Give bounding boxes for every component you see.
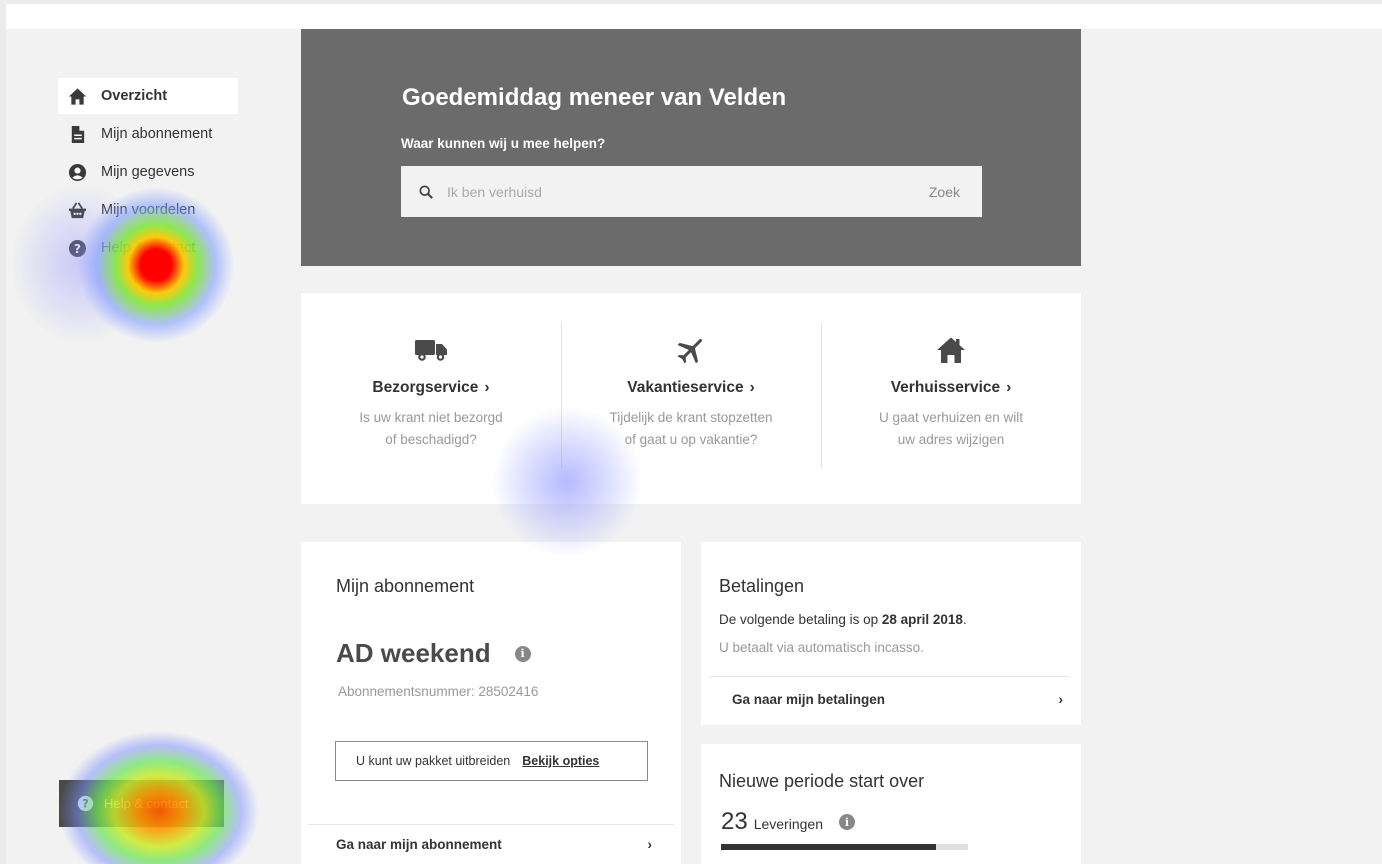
search-input[interactable] xyxy=(447,183,867,200)
next-payment-prefix: De volgende betaling is op xyxy=(719,612,882,627)
chevron-right-icon: › xyxy=(647,837,653,852)
sidebar-item-help[interactable]: ? Help & contact xyxy=(58,230,238,266)
next-payment-suffix: . xyxy=(962,612,967,627)
page-title: Goedemiddag meneer van Velden xyxy=(402,84,787,111)
service-desc-line: Is uw krant niet bezorgd xyxy=(359,410,503,425)
next-payment-text: De volgende betaling is op 28 april 2018… xyxy=(719,612,967,627)
sidebar-item-label: Help & contact xyxy=(101,240,196,256)
service-title[interactable]: Vakantieservice › xyxy=(627,379,755,397)
service-title-text: Vakantieservice xyxy=(627,379,744,396)
service-title[interactable]: Verhuisservice › xyxy=(891,379,1012,397)
sidebar-item-label: Mijn gegevens xyxy=(101,164,195,180)
service-title-text: Bezorgservice xyxy=(372,379,479,396)
question-circle-icon: ? xyxy=(66,238,88,258)
svg-text:?: ? xyxy=(73,241,80,255)
basket-icon xyxy=(66,200,88,220)
chevron-right-icon: › xyxy=(749,379,755,396)
hero-banner: Goedemiddag meneer van Velden Waar kunne… xyxy=(301,29,1081,266)
user-circle-icon xyxy=(66,162,88,182)
search-icon xyxy=(419,184,433,199)
search-button[interactable]: Zoek xyxy=(929,184,960,200)
sidebar-item-label: Overzicht xyxy=(101,88,168,104)
link-label: Ga naar mijn betalingen xyxy=(732,692,886,707)
service-vakantieservice[interactable]: Vakantieservice › Tijdelijk de krant stop… xyxy=(561,293,821,504)
subscription-number: Abonnementsnummer: 28502416 xyxy=(338,684,539,699)
airplane-icon xyxy=(675,335,707,365)
services-panel: Bezorgservice › Is uw krant niet bezorgd o… xyxy=(301,293,1081,504)
deliveries-unit: Leveringen xyxy=(753,816,823,832)
service-desc-line: Tijdelijk de krant stopzetten xyxy=(609,410,773,425)
subscription-heading: Mijn abonnement xyxy=(336,576,475,596)
sidebar-item-mijn-gegevens[interactable]: Mijn gegevens xyxy=(58,154,238,190)
upgrade-box: U kunt uw pakket uitbreiden Bekijk optie… xyxy=(335,741,648,781)
service-desc-line: uw adres wijzigen xyxy=(897,432,1005,447)
deliveries-number: 23 xyxy=(721,808,748,835)
service-desc-line: U gaat verhuizen en wilt xyxy=(878,410,1024,425)
question-circle-icon: ? xyxy=(77,795,94,812)
period-progress-fill xyxy=(721,844,936,850)
svg-text:?: ? xyxy=(82,797,88,810)
help-contact-button[interactable]: ? Help & contact xyxy=(59,780,224,827)
go-to-payments-link[interactable]: Ga naar mijn betalingen › xyxy=(709,676,1069,722)
chevron-right-icon: › xyxy=(484,379,490,396)
service-description: Tijdelijk de krant stopzetten of gaat u o… xyxy=(591,407,791,451)
subscription-name: AD weekend i xyxy=(336,638,531,669)
document-icon xyxy=(66,124,88,144)
sidebar-item-overzicht[interactable]: Overzicht xyxy=(58,78,238,114)
service-description: U gaat verhuizen en wilt uw adres wijzige… xyxy=(851,407,1051,451)
next-payment-date: 28 april 2018 xyxy=(881,612,963,627)
period-progress-bar xyxy=(721,844,968,850)
payments-card: Betalingen De volgende betaling is op 28… xyxy=(701,542,1081,725)
truck-icon xyxy=(414,335,448,365)
sidebar-nav: Overzicht Mijn abonnement Mijn gegevens … xyxy=(58,78,238,268)
deliveries-count: 23 Leveringen i xyxy=(721,808,855,836)
subscription-name-text: AD weekend xyxy=(336,638,491,668)
go-to-subscription-link[interactable]: Ga naar mijn abonnement › xyxy=(308,824,674,864)
info-icon[interactable]: i xyxy=(838,814,855,830)
chevron-right-icon: › xyxy=(1058,692,1064,707)
sidebar-item-mijn-abonnement[interactable]: Mijn abonnement xyxy=(58,116,238,152)
upgrade-text: U kunt uw pakket uitbreiden xyxy=(356,754,511,768)
service-description: Is uw krant niet bezorgd of beschadigd? xyxy=(331,407,531,451)
service-desc-line: of beschadigd? xyxy=(385,432,477,447)
service-title-text: Verhuisservice xyxy=(890,379,1001,396)
hero-subtitle: Waar kunnen wij u mee helpen? xyxy=(401,136,606,151)
new-period-card: Nieuwe periode start over 23 Leveringen … xyxy=(701,744,1081,864)
payment-method-text: U betaalt via automatisch incasso. xyxy=(719,640,924,655)
chevron-right-icon: › xyxy=(1006,379,1012,396)
page-frame: Overzicht Mijn abonnement Mijn gegevens … xyxy=(6,4,1382,864)
sidebar-item-label: Mijn abonnement xyxy=(101,126,213,142)
payments-heading: Betalingen xyxy=(719,576,805,596)
service-title[interactable]: Bezorgservice › xyxy=(372,379,489,397)
home-icon xyxy=(66,86,88,106)
new-period-heading: Nieuwe periode start over xyxy=(719,771,925,791)
sidebar-item-label: Mijn voordelen xyxy=(101,202,196,218)
house-icon xyxy=(936,335,966,365)
service-bezorgservice[interactable]: Bezorgservice › Is uw krant niet bezorgd o… xyxy=(301,293,561,504)
service-desc-line: of gaat u op vakantie? xyxy=(624,432,758,447)
view-options-link[interactable]: Bekijk opties xyxy=(522,754,599,768)
sidebar-item-mijn-voordelen[interactable]: Mijn voordelen xyxy=(58,192,238,228)
link-label: Ga naar mijn abonnement xyxy=(336,837,502,852)
top-bar xyxy=(6,4,1382,29)
service-verhuisservice[interactable]: Verhuisservice › U gaat verhuizen en wilt… xyxy=(821,293,1081,504)
info-icon[interactable]: i xyxy=(514,645,531,662)
search-bar: Zoek xyxy=(401,166,982,217)
help-button-label: Help & contact xyxy=(104,796,189,811)
subscription-card: Mijn abonnement AD weekend i Abonnements… xyxy=(301,542,681,864)
